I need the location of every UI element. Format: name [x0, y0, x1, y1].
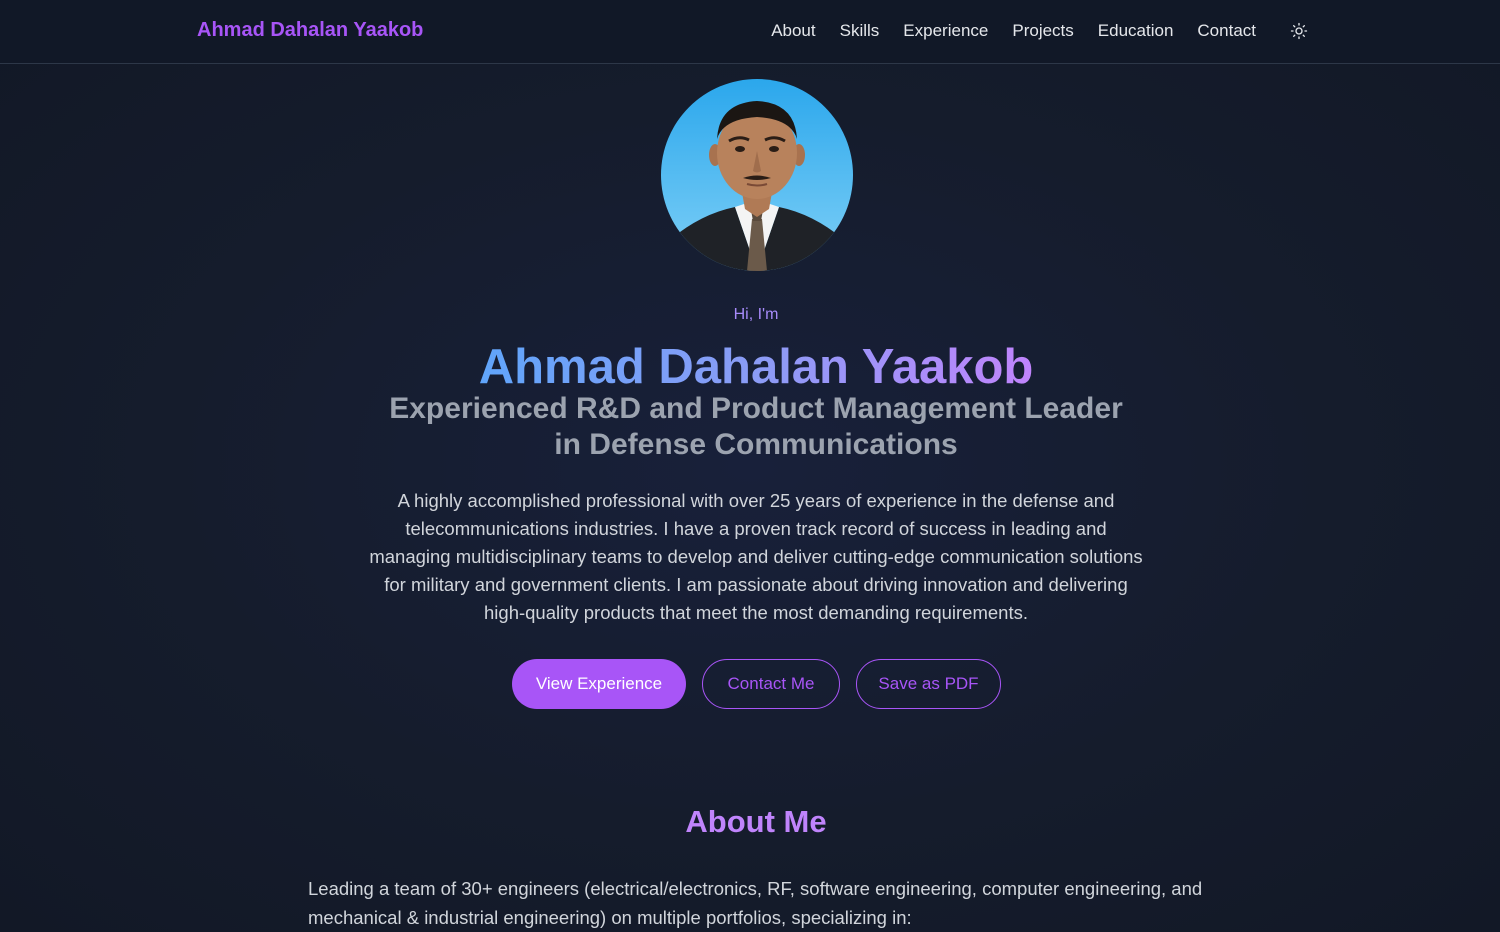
sun-icon: [1290, 22, 1308, 40]
about-intro-text: Leading a team of 30+ engineers (electri…: [308, 878, 1203, 928]
nav-link-education[interactable]: Education: [1098, 21, 1174, 41]
hero-name: Ahmad Dahalan Yaakob: [0, 338, 1500, 396]
nav-link-contact[interactable]: Contact: [1197, 21, 1256, 41]
navbar: Ahmad Dahalan Yaakob About Skills Experi…: [0, 0, 1500, 64]
hero-description: A highly accomplished professional with …: [369, 490, 1143, 623]
nav-links: About Skills Experience Projects Educati…: [771, 21, 1256, 41]
nav-link-skills[interactable]: Skills: [840, 21, 880, 41]
contact-me-button[interactable]: Contact Me: [702, 659, 840, 709]
view-experience-button[interactable]: View Experience: [512, 659, 686, 709]
profile-avatar: [661, 79, 853, 271]
about-section-title: About Me: [685, 804, 827, 839]
profile-photo-image: [661, 79, 853, 271]
hero-greeting: Hi, I'm: [733, 306, 779, 323]
brand-logo-link[interactable]: Ahmad Dahalan Yaakob: [197, 19, 423, 42]
save-as-pdf-button[interactable]: Save as PDF: [856, 659, 1001, 709]
nav-link-projects[interactable]: Projects: [1012, 21, 1073, 41]
hero-name-text: Ahmad Dahalan Yaakob: [478, 340, 1034, 394]
nav-link-about[interactable]: About: [771, 21, 815, 41]
theme-toggle-button[interactable]: [1288, 20, 1310, 42]
nav-link-experience[interactable]: Experience: [903, 21, 988, 41]
hero-title: Experienced R&D and Product Management L…: [389, 392, 1123, 461]
